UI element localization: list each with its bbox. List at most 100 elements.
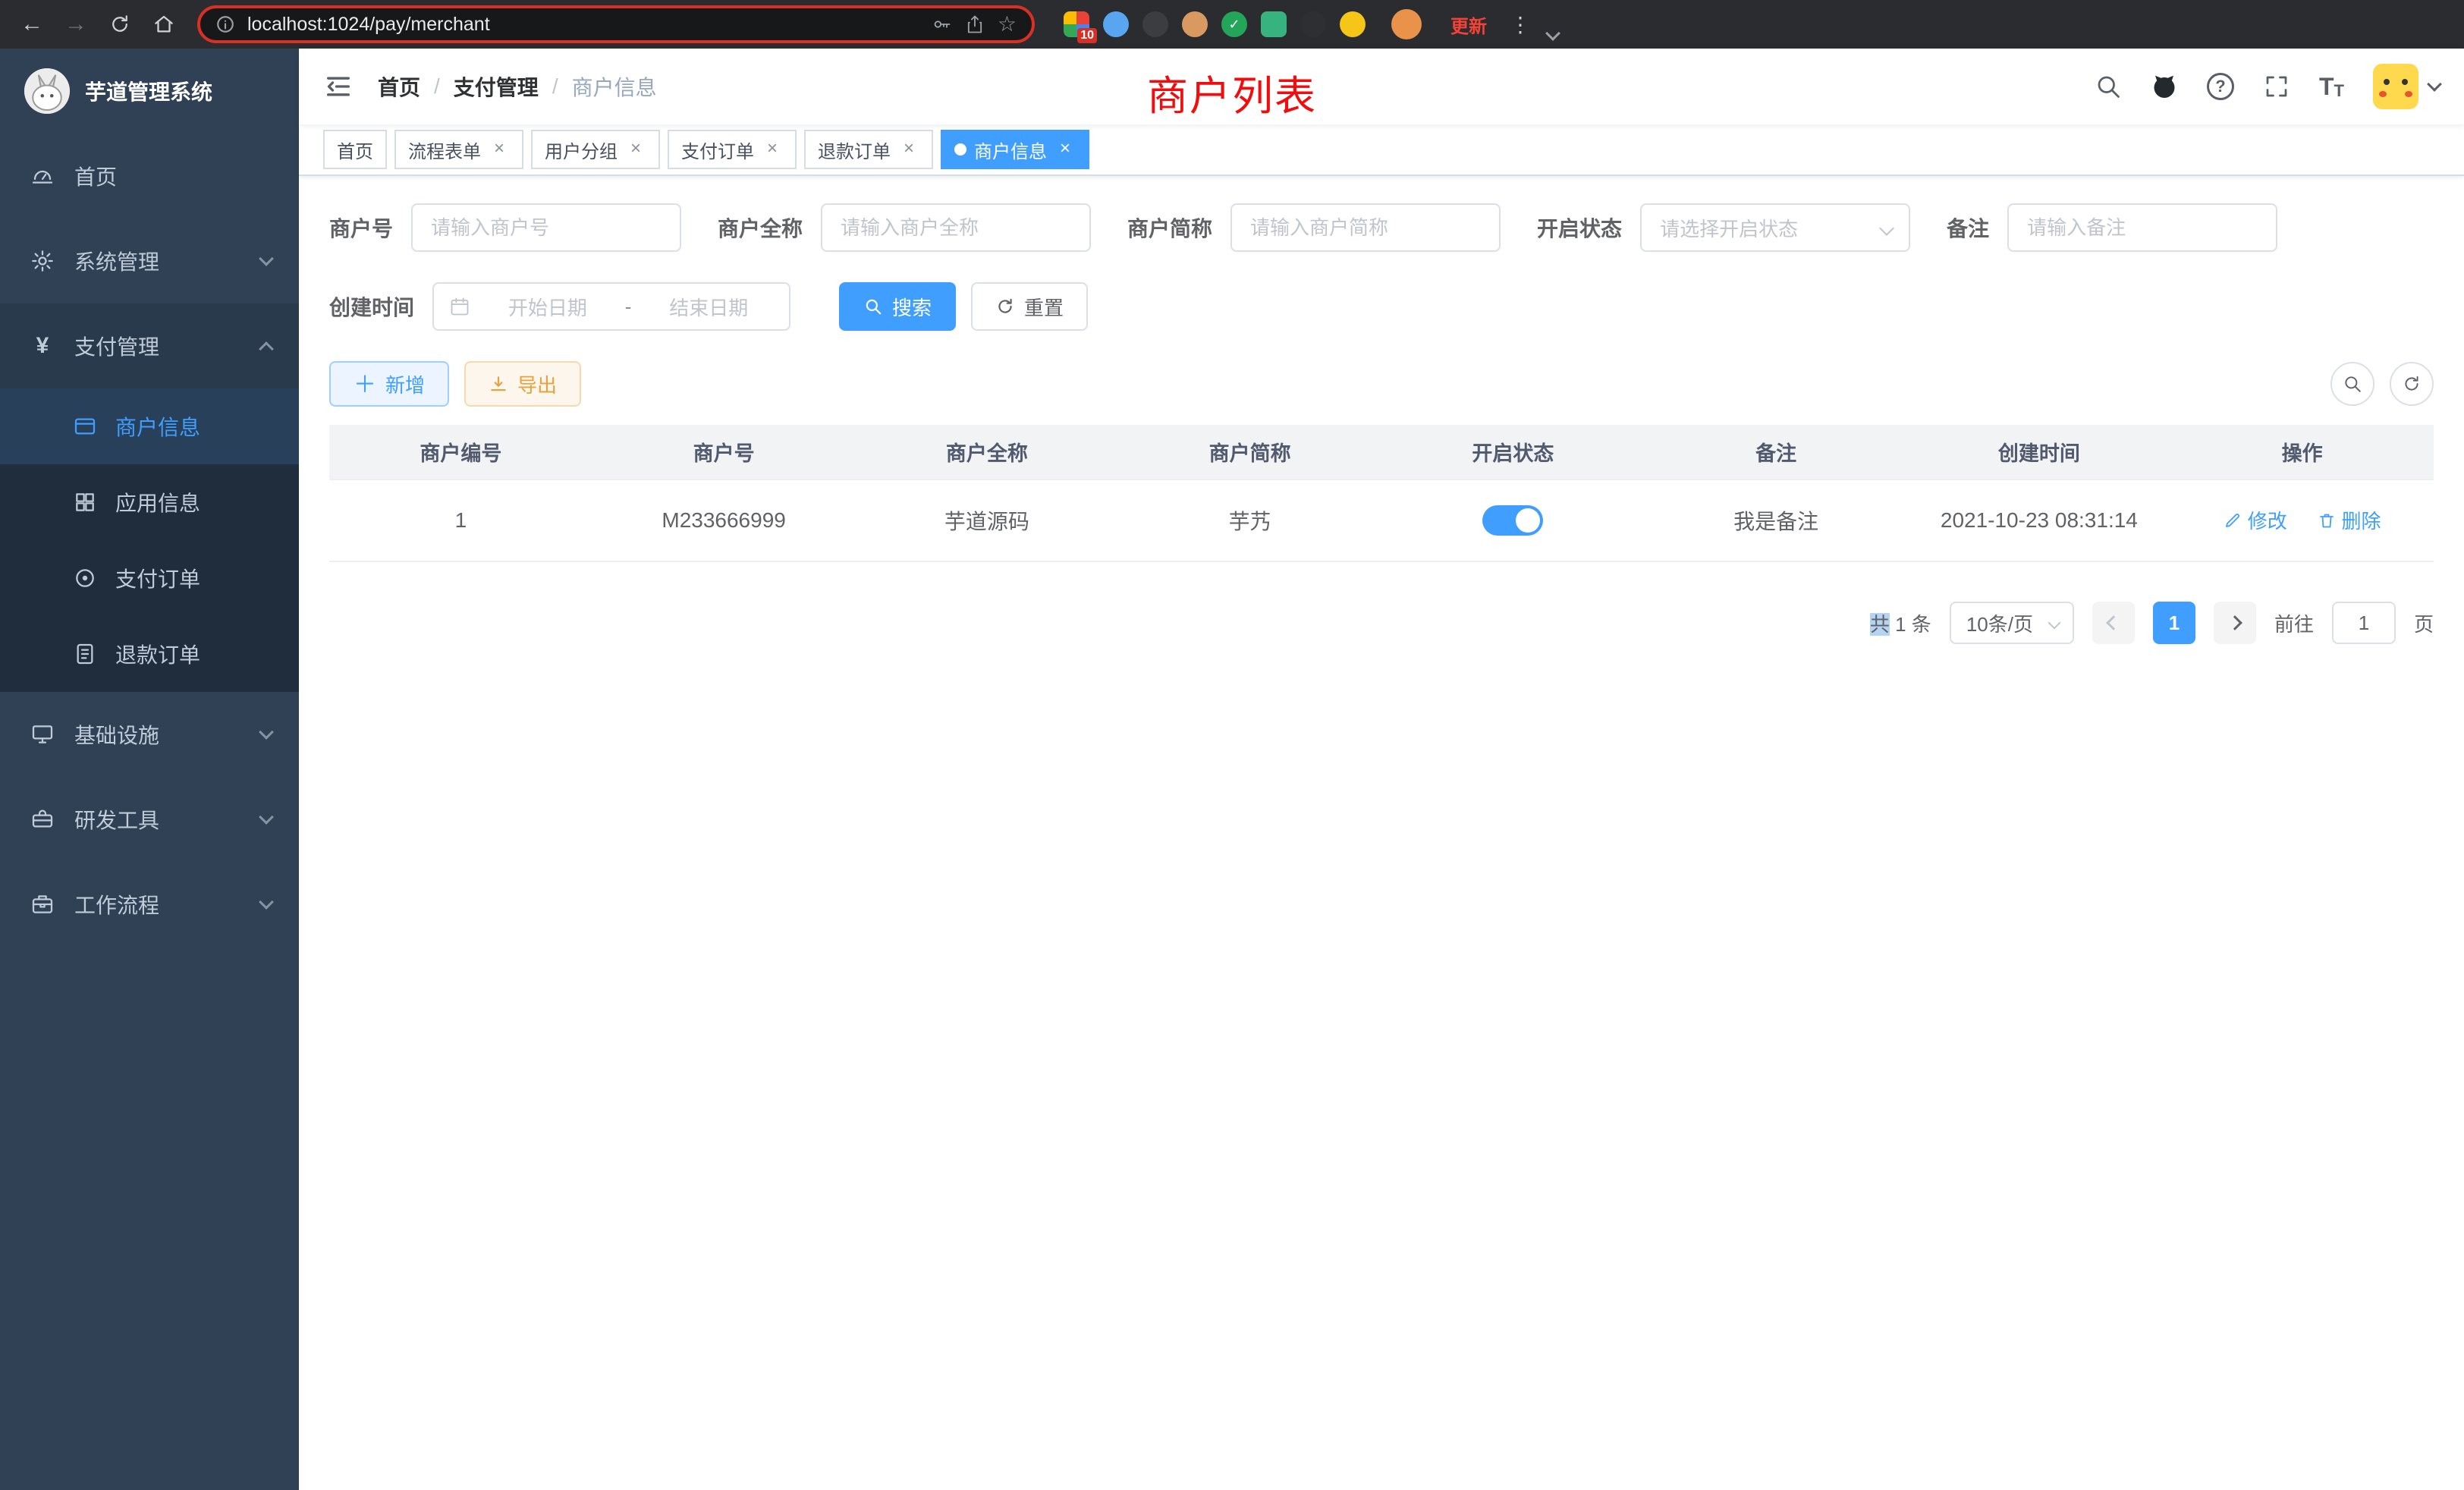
site-info-icon[interactable] [215, 14, 235, 34]
font-size-icon[interactable]: TT [2319, 73, 2344, 101]
fullscreen-icon[interactable] [2263, 73, 2290, 100]
page-size-value: 10条/页 [1966, 609, 2033, 637]
search-button[interactable]: 搜索 [839, 282, 956, 331]
edit-button[interactable]: 修改 [2224, 506, 2287, 534]
cell-merchant-id: 1 [329, 479, 592, 561]
browser-home-icon[interactable] [147, 8, 181, 41]
column-header: 商户号 [592, 425, 856, 479]
chevron-down-icon [259, 251, 274, 266]
extension-icon-blue[interactable] [1103, 11, 1129, 37]
close-icon[interactable]: × [625, 139, 646, 160]
address-bar[interactable]: localhost:1024/pay/merchant ☆ [197, 5, 1035, 43]
status-select[interactable]: 请选择开启状态 [1640, 203, 1910, 252]
sidebar-logo[interactable]: 芋道管理系统 [0, 49, 299, 134]
sidebar-item-merchant-info[interactable]: 商户信息 [0, 388, 299, 464]
sidebar-item-system[interactable]: 系统管理 [0, 218, 299, 303]
next-page-button[interactable] [2214, 602, 2256, 644]
extension-icon-pin[interactable] [1300, 11, 1326, 37]
sidebar-item-label: 支付订单 [115, 563, 200, 593]
sidebar-item-payment[interactable]: ¥ 支付管理 [0, 303, 299, 388]
full-name-input[interactable] [821, 203, 1091, 252]
tag-process-form[interactable]: 流程表单 × [394, 130, 523, 169]
tag-home[interactable]: 首页 [323, 130, 387, 169]
tag-user-group[interactable]: 用户分组 × [531, 130, 660, 169]
browser-back-icon[interactable]: ← [15, 8, 49, 41]
navbar-actions: ? TT [2095, 64, 2440, 109]
tag-merchant-info[interactable]: 商户信息 × [941, 130, 1089, 169]
pagination-total: 共 1 条 [1870, 609, 1931, 637]
start-date-placeholder: 开始日期 [482, 293, 613, 321]
extension-icon-yellow[interactable] [1340, 11, 1366, 37]
sidebar-item-home[interactable]: 首页 [0, 134, 299, 218]
field-label: 商户全称 [718, 212, 803, 243]
add-button[interactable]: ＋ 新增 [329, 361, 449, 407]
bookmark-star-icon[interactable]: ☆ [998, 14, 1017, 35]
search-icon [2343, 374, 2362, 394]
close-icon[interactable]: × [762, 139, 783, 160]
export-button-label: 导出 [517, 370, 557, 398]
password-key-icon[interactable] [931, 14, 952, 35]
header-search-icon[interactable] [2095, 73, 2122, 100]
create-time-range-picker[interactable]: 开始日期 - 结束日期 [432, 282, 790, 331]
sidebar-item-workflow[interactable]: 工作流程 [0, 862, 299, 947]
chevron-down-icon [1879, 221, 1894, 236]
close-icon[interactable]: × [898, 139, 919, 160]
help-icon[interactable]: ? [2207, 73, 2234, 100]
delete-button-label: 删除 [2342, 506, 2381, 534]
table-header-row: 商户编号 商户号 商户全称 商户简称 开启状态 备注 创建时间 操作 [329, 425, 2434, 479]
sidebar-item-label: 工作流程 [74, 889, 159, 919]
browser-update-button[interactable]: 更新 [1450, 11, 1487, 38]
column-header: 商户全称 [856, 425, 1119, 479]
filter-row-2: 创建时间 开始日期 - 结束日期 搜索 重置 [329, 282, 2434, 331]
browser-forward-icon[interactable]: → [59, 8, 93, 41]
sidebar-item-infrastructure[interactable]: 基础设施 [0, 692, 299, 777]
browser-reload-icon[interactable] [103, 8, 137, 41]
tag-label: 商户信息 [974, 137, 1047, 163]
tag-pay-order[interactable]: 支付订单 × [668, 130, 797, 169]
prev-page-button[interactable] [2092, 602, 2135, 644]
sidebar-item-refund-order[interactable]: 退款订单 [0, 616, 299, 692]
refund-order-doc-icon [73, 642, 97, 666]
jump-page-input[interactable] [2332, 602, 2396, 644]
close-icon[interactable]: × [1054, 139, 1076, 160]
extension-icon-check[interactable]: ✓ [1221, 11, 1247, 37]
toggle-search-button[interactable] [2330, 362, 2374, 406]
browser-menu-icon[interactable]: ⋮ [1510, 12, 1531, 37]
breadcrumb-payment[interactable]: 支付管理 [454, 71, 539, 102]
app-grid-icon [73, 490, 97, 514]
status-toggle[interactable] [1482, 505, 1543, 536]
remark-input[interactable] [2007, 203, 2277, 252]
close-icon[interactable]: × [489, 139, 510, 160]
sidebar-item-app-info[interactable]: 应用信息 [0, 464, 299, 540]
browser-profile-avatar[interactable] [1391, 9, 1422, 39]
extension-icon-dark[interactable] [1142, 11, 1168, 37]
extension-puzzle-icon[interactable]: 10 [1064, 11, 1089, 37]
user-avatar-menu[interactable] [2373, 64, 2440, 109]
sidebar-item-dev-tools[interactable]: 研发工具 [0, 777, 299, 862]
breadcrumb-separator: / [434, 74, 440, 99]
url-text[interactable]: localhost:1024/pay/merchant [247, 14, 919, 36]
github-icon[interactable] [2151, 73, 2178, 100]
export-button[interactable]: 导出 [464, 361, 581, 407]
column-header: 创建时间 [1908, 425, 2171, 479]
sidebar-fold-icon[interactable] [323, 71, 354, 102]
sidebar-item-pay-order[interactable]: 支付订单 [0, 540, 299, 616]
tag-refund-order[interactable]: 退款订单 × [804, 130, 933, 169]
extension-icon-avatar[interactable] [1182, 11, 1208, 37]
browser-dropdown-caret-icon[interactable] [1545, 26, 1560, 41]
share-icon[interactable] [964, 14, 985, 35]
extension-icon-green-square[interactable] [1261, 11, 1287, 37]
breadcrumb-home[interactable]: 首页 [378, 71, 420, 102]
refresh-table-button[interactable] [2390, 362, 2434, 406]
merchant-no-input[interactable] [411, 203, 681, 252]
page-size-select[interactable]: 10条/页 [1950, 602, 2074, 644]
delete-button[interactable]: 删除 [2318, 506, 2381, 534]
gear-icon [30, 249, 55, 273]
filter-create-time: 创建时间 开始日期 - 结束日期 [329, 282, 790, 331]
plus-icon: ＋ [354, 366, 376, 399]
page-number-button[interactable]: 1 [2153, 602, 2195, 644]
reset-button[interactable]: 重置 [971, 282, 1088, 331]
field-label: 商户号 [329, 212, 393, 243]
short-name-input[interactable] [1230, 203, 1501, 252]
reset-button-label: 重置 [1024, 293, 1064, 321]
